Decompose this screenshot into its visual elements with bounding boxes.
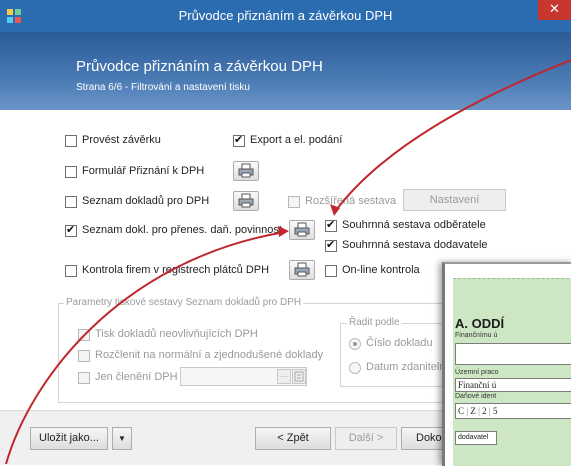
- annotation-arrows: [5, 59, 571, 464]
- arrow-to-souhrnna: [333, 59, 571, 214]
- arrow-head: [278, 226, 289, 237]
- arrow-to-print-button: [5, 231, 286, 464]
